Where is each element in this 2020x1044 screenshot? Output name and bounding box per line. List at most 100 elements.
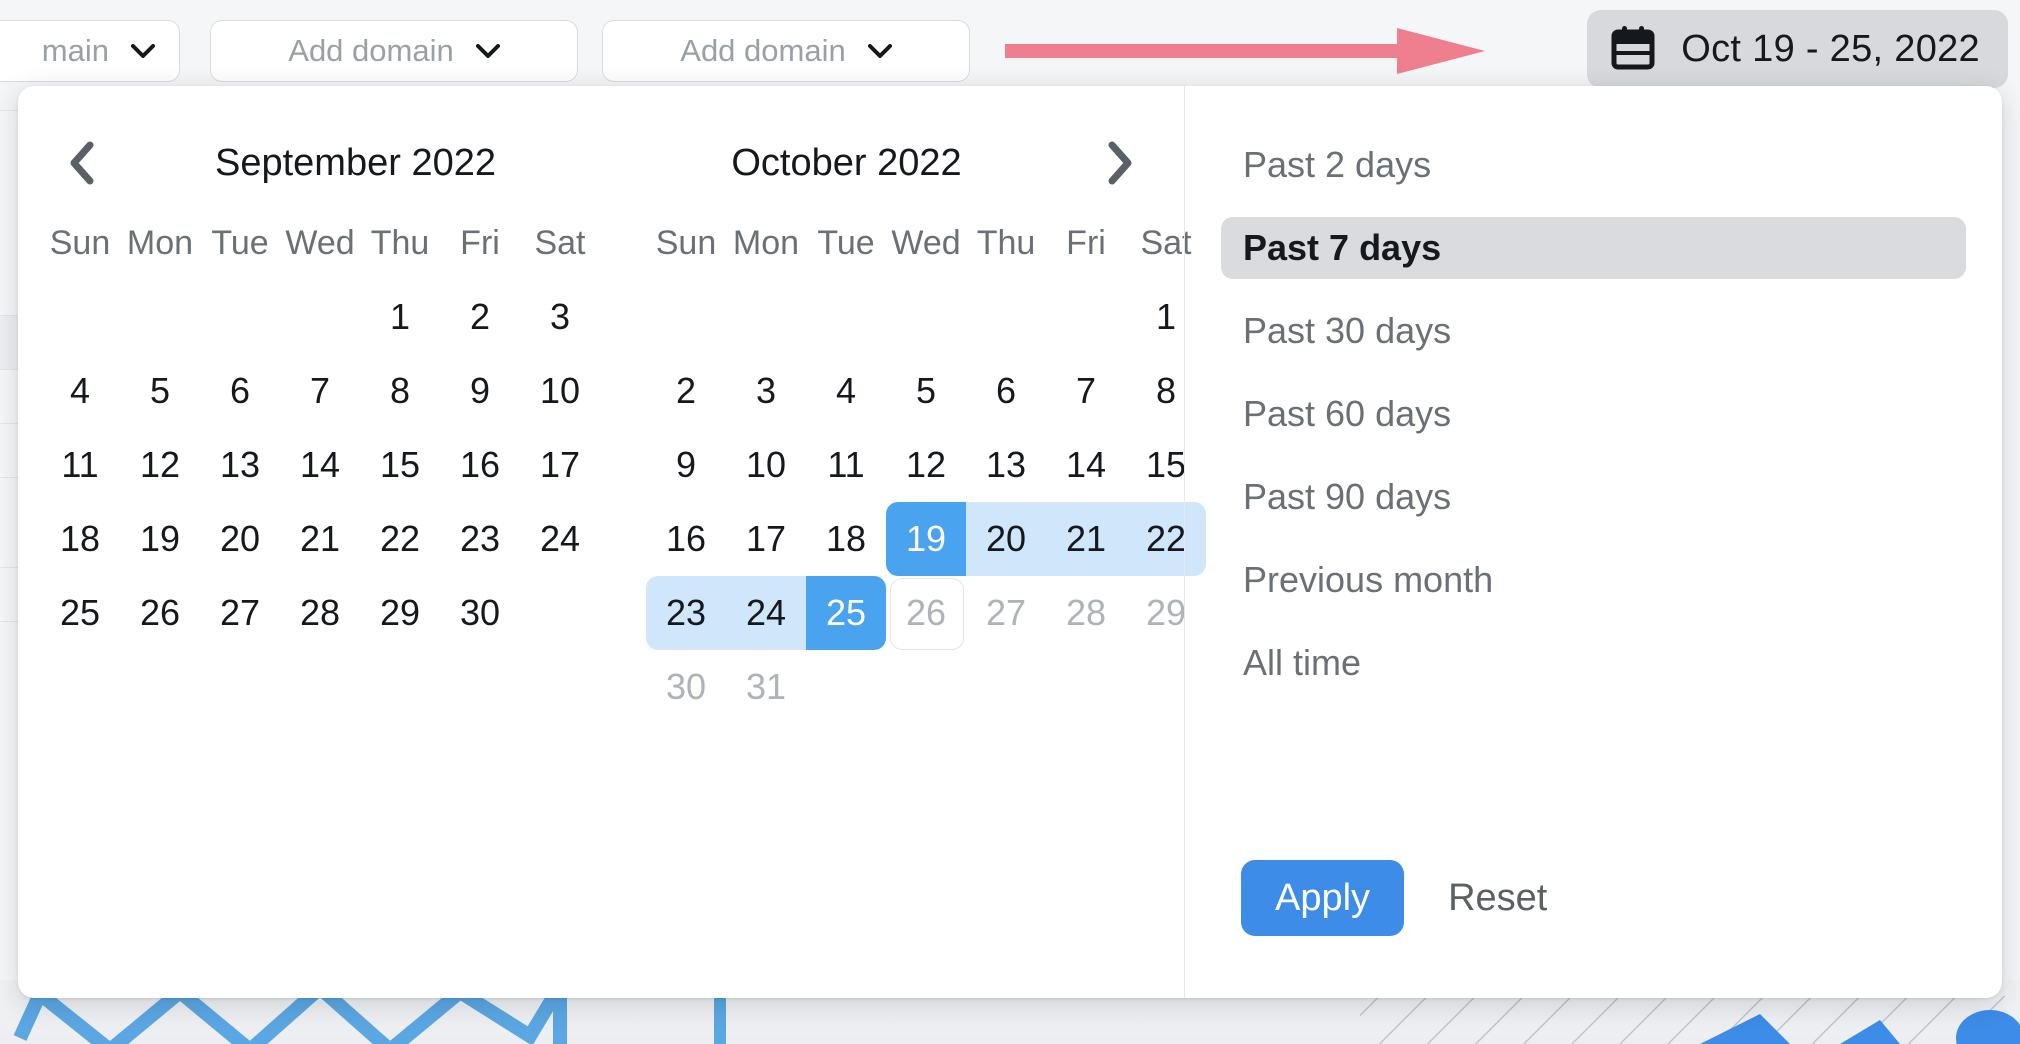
chevron-down-icon [131,44,155,58]
day-cell[interactable]: 23 [440,502,520,576]
day-cell[interactable]: 5 [886,354,966,428]
day-cell[interactable]: 9 [646,428,726,502]
day-cell[interactable]: 7 [1046,354,1126,428]
weekday-header-right: Sun Mon Tue Wed Thu Fri Sat [646,206,1206,280]
preset-item[interactable]: Previous month [1221,549,1966,611]
day-cell[interactable]: 19 [120,502,200,576]
day-cell[interactable]: 26 [120,576,200,650]
day-cell[interactable]: 5 [120,354,200,428]
month-october: Sun Mon Tue Wed Thu Fri Sat 1 2 3 4 5 6 7 8 9 10 11 12 13 1… [646,206,1206,724]
day-cell[interactable]: 22 [360,502,440,576]
chevron-left-icon[interactable] [54,135,110,191]
chevron-down-icon [475,44,500,58]
day-cell[interactable]: 15 [360,428,440,502]
preset-item[interactable]: Past 60 days [1221,383,1966,445]
weekday-label: Fri [460,223,500,262]
day-cell[interactable]: 4 [806,354,886,428]
month-september: Sun Mon Tue Wed Thu Fri Sat 1 2 3 4 5 6 7 8 9 10 11 12 13 1… [40,206,600,724]
day-cell[interactable]: 23 [646,576,726,650]
day-cell[interactable]: 10 [726,428,806,502]
day-cell[interactable]: 2 [440,280,520,354]
domain-select-label: main [41,33,109,68]
day-cell[interactable]: 10 [520,354,600,428]
day-cell[interactable]: 2 [646,354,726,428]
chevron-down-icon [867,44,892,58]
day-cell-empty [966,280,1046,354]
day-cell[interactable]: 8 [360,354,440,428]
day-cell[interactable]: 17 [520,428,600,502]
preset-item[interactable]: Past 2 days [1221,134,1966,196]
day-cell[interactable]: 29 [360,576,440,650]
reset-button[interactable]: Reset [1448,877,1547,920]
day-cell-empty [726,280,806,354]
preset-item[interactable]: Past 90 days [1221,466,1966,528]
day-cell[interactable]: 20 [966,502,1046,576]
domain-select-label: Add domain [288,33,454,68]
weekday-label: Mon [126,223,194,262]
day-cell[interactable]: 27 [200,576,280,650]
apply-button[interactable]: Apply [1241,860,1405,936]
day-cell[interactable]: 1 [360,280,440,354]
day-cell-empty [1046,280,1126,354]
day-cell[interactable]: 11 [806,428,886,502]
day-grid-september: 1 2 3 4 5 6 7 8 9 10 11 12 13 14 15 16 17 18 19 20 21 22 23 24 2… [40,280,600,650]
day-cell[interactable]: 25 [40,576,120,650]
weekday-label: Wed [891,223,961,262]
day-cell[interactable]: 11 [40,428,120,502]
day-cell[interactable]: 3 [520,280,600,354]
day-cell[interactable]: 30 [440,576,520,650]
weekday-label: Mon [732,223,800,262]
preset-item[interactable]: All time [1221,632,1966,694]
day-cell[interactable]: 18 [40,502,120,576]
weekday-header-left: Sun Mon Tue Wed Thu Fri Sat [40,206,600,280]
day-cell[interactable]: 21 [280,502,360,576]
day-cell[interactable]: 24 [520,502,600,576]
day-cell[interactable]: 6 [200,354,280,428]
weekday-label: Thu [976,223,1036,262]
day-cell[interactable]: 20 [200,502,280,576]
weekday-label: Wed [285,223,355,262]
domain-select-label: Add domain [680,33,846,68]
month-title-left: September 2022 [215,141,496,184]
day-cell[interactable]: 16 [440,428,520,502]
preset-list: Past 2 days Past 7 days Past 30 days Past 6… [1185,134,2002,694]
weekday-label: Thu [370,223,430,262]
day-cell[interactable]: 24 [726,576,806,650]
day-cell-empty [120,280,200,354]
day-cell[interactable]: 18 [806,502,886,576]
weekday-label: Tue [817,223,875,262]
weekday-label: Sun [655,223,717,262]
day-cell[interactable]: 16 [646,502,726,576]
domain-select-2[interactable]: Add domain [602,20,970,82]
popup-actions: Apply Reset [1241,860,1547,936]
day-cell[interactable]: 14 [1046,428,1126,502]
day-cell[interactable]: 14 [280,428,360,502]
day-cell[interactable]: 12 [120,428,200,502]
preset-item[interactable]: Past 30 days [1221,300,1966,362]
day-cell[interactable]: 9 [440,354,520,428]
presets-pane: Past 2 days Past 7 days Past 30 days Past 6… [1184,86,2002,998]
day-cell[interactable]: 13 [200,428,280,502]
date-range-label: Oct 19 - 25, 2022 [1681,27,1980,70]
day-cell[interactable]: 4 [40,354,120,428]
day-cell[interactable]: 19 [886,502,966,576]
day-cell[interactable]: 21 [1046,502,1126,576]
day-cell[interactable]: 6 [966,354,1046,428]
month-title-right: October 2022 [731,141,962,184]
day-cell[interactable]: 13 [966,428,1046,502]
calendar-icon [1611,25,1655,74]
day-cell[interactable]: 3 [726,354,806,428]
date-range-button[interactable]: Oct 19 - 25, 2022 [1587,10,2008,88]
day-cell[interactable]: 7 [280,354,360,428]
domain-select-1[interactable]: Add domain [210,20,578,82]
day-cell[interactable]: 17 [726,502,806,576]
day-cell[interactable]: 28 [280,576,360,650]
day-cell[interactable]: 12 [886,428,966,502]
weekday-label: Fri [1066,223,1106,262]
day-cell-empty [200,280,280,354]
domain-select-0[interactable]: main [0,20,180,82]
preset-item[interactable]: Past 7 days [1221,217,1966,279]
chevron-right-icon[interactable] [1092,135,1148,191]
day-cell-empty [280,280,360,354]
day-cell[interactable]: 25 [806,576,886,650]
